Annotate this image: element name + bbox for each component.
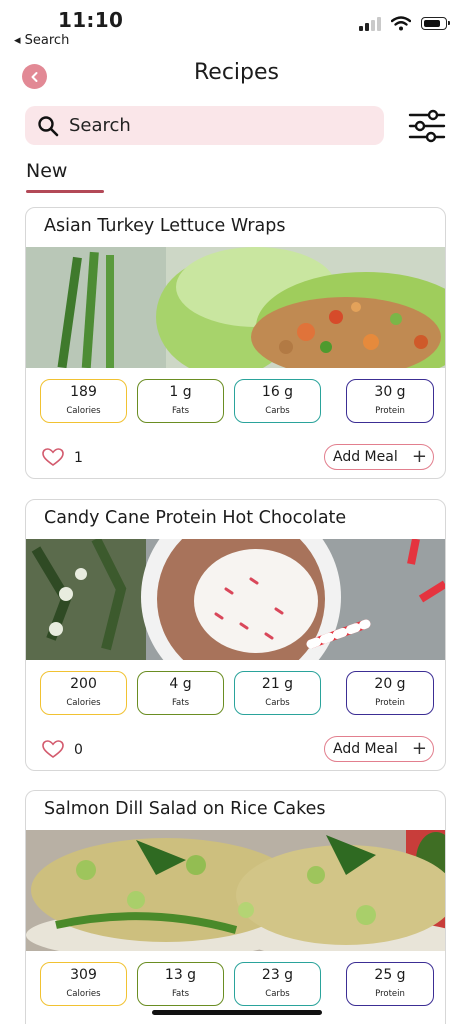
- add-meal-button[interactable]: Add Meal +: [324, 736, 434, 762]
- protein-value: 25 g: [374, 967, 406, 983]
- recipe-image: [26, 830, 445, 951]
- heart-icon: [42, 448, 64, 466]
- section-title-new: New: [26, 160, 68, 182]
- recipe-card[interactable]: Asian Turkey Lettuce Wraps 189 Calories …: [25, 207, 446, 479]
- filter-button[interactable]: [407, 109, 447, 143]
- like-count: 0: [74, 741, 83, 758]
- protein-badge: 20 g Protein: [346, 671, 434, 715]
- carbs-label: Carbs: [265, 698, 290, 708]
- calories-value: 309: [70, 967, 97, 983]
- carbs-value: 21 g: [261, 676, 294, 692]
- like-count: 1: [74, 449, 83, 466]
- add-meal-label: Add Meal: [333, 741, 398, 757]
- fats-value: 4 g: [169, 676, 192, 692]
- calories-value: 200: [70, 676, 97, 692]
- fats-badge: 1 g Fats: [137, 379, 224, 423]
- search-bar[interactable]: [25, 106, 384, 145]
- calories-label: Calories: [66, 989, 101, 999]
- recipe-title: Candy Cane Protein Hot Chocolate: [44, 508, 347, 528]
- add-meal-button[interactable]: Add Meal +: [324, 444, 434, 470]
- back-to-app-link[interactable]: ◂ Search: [14, 33, 69, 48]
- add-meal-label: Add Meal: [333, 449, 398, 465]
- recipe-image: [26, 247, 445, 368]
- home-indicator[interactable]: [152, 1010, 322, 1015]
- protein-label: Protein: [375, 698, 405, 708]
- like-button[interactable]: 0: [42, 740, 83, 759]
- calories-value: 189: [70, 384, 97, 400]
- recipe-card[interactable]: Candy Cane Protein Hot Chocolate 200 Cal…: [25, 499, 446, 771]
- calories-label: Calories: [66, 698, 101, 708]
- carbs-badge: 23 g Carbs: [234, 962, 321, 1006]
- section-underline: [26, 190, 104, 193]
- fats-label: Fats: [171, 406, 190, 416]
- fats-label: Fats: [171, 698, 190, 708]
- protein-label: Protein: [375, 989, 405, 999]
- search-input[interactable]: [69, 115, 349, 136]
- protein-badge: 30 g Protein: [346, 379, 434, 423]
- status-bar: 11:10 ◂ Search: [0, 0, 473, 56]
- fats-label: Fats: [171, 989, 190, 999]
- status-icons: [359, 16, 450, 31]
- carbs-value: 23 g: [261, 967, 294, 983]
- fats-badge: 4 g Fats: [137, 671, 224, 715]
- fats-value: 13 g: [164, 967, 197, 983]
- fats-value: 1 g: [169, 384, 192, 400]
- calories-badge: 309 Calories: [40, 962, 127, 1006]
- fats-badge: 13 g Fats: [137, 962, 224, 1006]
- carbs-badge: 21 g Carbs: [234, 671, 321, 715]
- calories-badge: 200 Calories: [40, 671, 127, 715]
- recipe-card[interactable]: Salmon Dill Salad on Rice Cakes 309 Calo…: [25, 790, 446, 1024]
- like-button[interactable]: 1: [42, 448, 83, 467]
- clock: 11:10: [58, 8, 124, 32]
- protein-value: 20 g: [374, 676, 406, 692]
- plus-icon: +: [411, 738, 427, 759]
- search-icon: [37, 114, 61, 138]
- heart-icon: [42, 740, 64, 758]
- signal-icon: [359, 16, 381, 31]
- protein-value: 30 g: [374, 384, 406, 400]
- wifi-icon: [391, 16, 411, 31]
- protein-badge: 25 g Protein: [346, 962, 434, 1006]
- calories-badge: 189 Calories: [40, 379, 127, 423]
- plus-icon: +: [411, 446, 427, 467]
- carbs-badge: 16 g Carbs: [234, 379, 321, 423]
- sliders-icon: [408, 109, 446, 143]
- protein-label: Protein: [375, 406, 405, 416]
- carbs-label: Carbs: [265, 406, 290, 416]
- battery-icon: [421, 17, 450, 30]
- calories-label: Calories: [66, 406, 101, 416]
- recipe-image: [26, 539, 445, 660]
- carbs-label: Carbs: [265, 989, 290, 999]
- carbs-value: 16 g: [261, 384, 294, 400]
- recipe-title: Salmon Dill Salad on Rice Cakes: [44, 799, 326, 819]
- page-title: Recipes: [193, 60, 279, 85]
- recipe-title: Asian Turkey Lettuce Wraps: [44, 216, 286, 236]
